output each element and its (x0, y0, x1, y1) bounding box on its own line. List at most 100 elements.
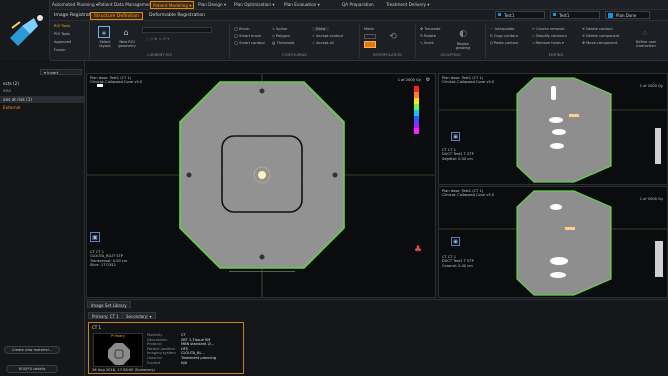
remove-holes-tool[interactable]: ⟡ Remove holes ▾ (532, 41, 564, 45)
poi-tools-item[interactable]: POI Tools (54, 32, 70, 36)
tab-deformable-registration[interactable]: Deformable Registration (146, 12, 208, 20)
region-growing-icon[interactable]: ◐ (456, 27, 470, 41)
select-layout-icon[interactable]: ▦ (98, 26, 110, 38)
tab-plan-evaluation[interactable]: Plan Evaluation ▾ (282, 1, 322, 9)
paste-contour-tool[interactable]: ⎙ Paste contour (490, 41, 519, 45)
threshold-label: Threshold (276, 41, 295, 45)
ribbon-toolbar: ROI Tools POI Tools Approved Fusion ▦ Se… (50, 21, 668, 61)
top-navigation-bar: Automated Planning ▾ Patient Data Manage… (0, 0, 668, 10)
dose-scale-label: 1 of 2000 Gy (397, 78, 421, 82)
spline-tool[interactable]: ∿ Spline (272, 27, 287, 31)
paste-contour-label: Paste contour (494, 41, 519, 45)
coronal-viewport[interactable]: Plan dose: Test1 (CT 1) Clinical: Collap… (438, 186, 668, 298)
ct-dataset-icon: ▣ (90, 232, 100, 242)
plan-status-label: Plan Done (616, 13, 637, 18)
plan-icon (553, 13, 556, 16)
smart-contour-tool[interactable]: ◯ Smart contour (234, 41, 265, 45)
image-set-library-title[interactable]: Image Set Library (87, 301, 131, 308)
roi-tool-icons[interactable]: ◌ ◎ ⊕ ▭ ⟳ ▾ (146, 37, 169, 41)
rotate-tool[interactable]: ↻ Rotate (420, 34, 436, 38)
tab-plan-design[interactable]: Plan Design ▾ (196, 1, 228, 9)
region-growing-label[interactable]: Region growing (452, 42, 474, 50)
interpolation-group-label: INTERPOLATION (373, 53, 402, 57)
patient-selector-value: Test1 (504, 13, 515, 18)
translate-tool[interactable]: ✥ Translate (420, 27, 440, 31)
select-layout-label[interactable]: Select layout (94, 40, 116, 48)
draw-tool[interactable]: Draw (312, 27, 330, 31)
field-key: Explicit (147, 360, 161, 365)
define-user-interaction-label[interactable]: Define user interaction (632, 40, 660, 48)
accept-contour-label: Accept contour (316, 34, 344, 38)
sagittal-info: CT CT 1 DUCT Test1 T STP Sagittal: 0.00 … (442, 148, 474, 161)
plan-selector[interactable]: Test1 (550, 11, 600, 19)
raystation-logo-icon (10, 15, 43, 46)
transversal-viewport[interactable]: Plan dose: Test1 (CT 1) Clinical: Collap… (86, 73, 436, 298)
mode-warning-icon[interactable] (364, 41, 376, 48)
dose-color-scale (414, 86, 419, 134)
coronal-info-3: Coronal: 0.00 cm (442, 263, 473, 268)
sagittal-info-3: Sagittal: 0.00 cm (442, 156, 473, 161)
coronal-dataset-icon: ▣ (451, 237, 460, 246)
delete-component-label: Delete component (586, 34, 620, 38)
new-roi-geometry-label[interactable]: New ROI geometry (116, 40, 138, 48)
simplify-contours-tool[interactable]: ⟡ Simplify contours (532, 34, 567, 38)
scale-tool[interactable]: ⤡ Scale (420, 41, 434, 45)
polygon-label: Polygon (275, 34, 291, 38)
smart-brush-tool[interactable]: ◯ Smart brush (234, 34, 261, 38)
roi-item-external[interactable]: External (3, 105, 20, 110)
accept-all-button[interactable]: ✓ Accept all (312, 41, 334, 45)
approved-item[interactable]: Approved (54, 40, 71, 44)
current-roi-group: ▦ Select layout ⌂ New ROI geometry ◌ ◎ ⊕… (90, 24, 230, 58)
rotate-label: Rotate (424, 34, 436, 38)
tab-structure-definition[interactable]: Structure Definition (90, 12, 144, 20)
thumbnail-phantom (108, 343, 130, 365)
copy-contour-tool[interactable]: ⎘ Copy contour (490, 34, 518, 38)
tab-primary-ct[interactable]: Primary: CT 1 (88, 312, 123, 319)
roi-item-ena[interactable]: ena (3, 88, 11, 93)
delete-component-tool[interactable]: ✕ Delete component (582, 34, 619, 38)
counts-removal-tool[interactable]: ✂ Counts removal (532, 27, 564, 31)
image-set-card[interactable]: CT 1 Primary Modality CT Description SBT 2,… (88, 322, 244, 374)
mode-option-1[interactable] (364, 34, 376, 39)
polygon-tool[interactable]: ◇ Polygon (272, 34, 290, 38)
move-component-tool[interactable]: ✥ Move component (582, 41, 617, 45)
invert-filter-button[interactable]: ▾ Invert (40, 69, 82, 75)
sagittal-scale-label: 1 of 2000 Gy (639, 84, 663, 88)
tab-secondary[interactable]: Secondary: ▾ (122, 312, 156, 319)
patient-selector[interactable]: Test1 (495, 11, 545, 19)
image-set-library-tabs: Image Set Library (85, 300, 668, 309)
counts-removal-label: Counts removal (536, 27, 565, 31)
create-new-material-button[interactable]: Create new material... (4, 346, 60, 354)
sagittal-viewport[interactable]: Plan dose: Test1 (CT 1) Clinical: Collap… (438, 73, 668, 185)
dose-scale-segment (414, 128, 419, 134)
user-interaction-icon[interactable]: ⁘ (638, 27, 652, 39)
roi-list-panel: ▾ Invert ects (2) ena ans at risk (1) Ex… (0, 61, 85, 376)
roi-tools-item[interactable]: ROI Tools (54, 24, 70, 28)
tab-qa-preparation[interactable]: QA Preparation (340, 1, 376, 9)
fusion-item[interactable]: Fusion (54, 48, 66, 52)
roi-poi-details-button[interactable]: ROI/POI details (6, 365, 58, 373)
image-set-card-title: CT 1 (92, 325, 102, 330)
viewport-settings-icon[interactable]: ⚙ (423, 76, 433, 84)
mode-label: Mode (364, 27, 374, 31)
plan-status[interactable]: Plan Done (605, 11, 650, 19)
remove-holes-label: Remove holes ▾ (535, 41, 564, 45)
tab-treatment-delivery[interactable]: Treatment Delivery ▾ (384, 1, 431, 9)
accept-contour-button[interactable]: ✓ Accept contour (312, 34, 343, 38)
roi-category-organs-at-risk[interactable]: ans at risk (1) (3, 97, 32, 102)
current-roi-dropdown[interactable] (142, 27, 212, 33)
threshold-tool[interactable]: ▤ Threshold (272, 41, 294, 45)
tab-patient-modeling[interactable]: Patient Modeling ▾ (150, 1, 195, 9)
new-roi-geometry-icon[interactable]: ⌂ (120, 26, 132, 38)
roi-category-objects[interactable]: ects (2) (3, 81, 19, 86)
contouring-group: ◯ Brush ◯ Smart brush ◯ Smart contour ∿ … (230, 24, 360, 58)
tab-patient-data-management[interactable]: Patient Data Management (96, 1, 155, 9)
tab-plan-optimization[interactable]: Plan Optimization ▾ (232, 1, 276, 9)
delete-contour-tool[interactable]: ✕ Delete contour (582, 27, 613, 31)
image-set-thumbnail: Primary (93, 333, 143, 367)
interpolate-label: Interpolate (494, 27, 515, 31)
tab-automated-planning[interactable]: Automated Planning ▾ (50, 1, 100, 9)
interpolate-tool[interactable]: ⋯ Interpolate (490, 27, 515, 31)
brush-tool[interactable]: ◯ Brush (234, 27, 250, 31)
interpolate-icon[interactable]: ⟲ (384, 28, 402, 46)
